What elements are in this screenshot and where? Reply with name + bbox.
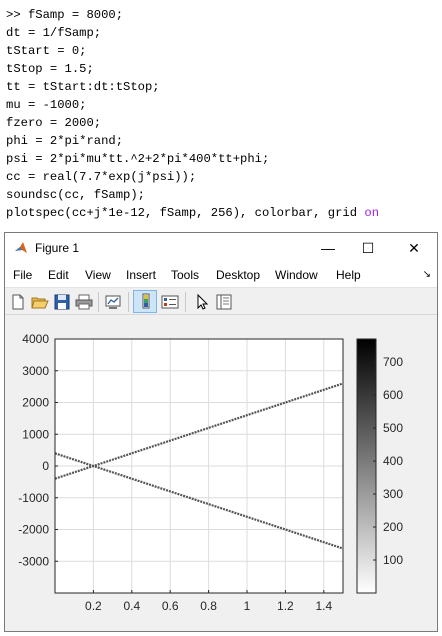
insert-legend-icon[interactable]: [161, 293, 179, 311]
minimize-button[interactable]: —: [317, 237, 339, 259]
keyword-on: on: [364, 206, 380, 220]
save-icon[interactable]: [53, 293, 71, 311]
x-tick-label: 0.4: [123, 599, 140, 613]
command-line: tt = tStart:dt:tStop;: [6, 80, 160, 94]
y-tick-label: 2000: [22, 396, 49, 410]
y-tick-label: -3000: [18, 554, 49, 568]
menu-help[interactable]: Help: [336, 268, 361, 282]
command-line: tStart = 0;: [6, 44, 87, 58]
x-tick-label: 0.6: [162, 599, 179, 613]
link-plot-icon[interactable]: [104, 293, 122, 311]
figure-titlebar[interactable]: Figure 1 — ☐ ✕: [5, 233, 437, 263]
command-text: >> fSamp = 8000; dt = 1/fSamp; tStart = …: [6, 6, 379, 222]
command-line: tStop = 1.5;: [6, 62, 94, 76]
x-tick-label: 0.8: [200, 599, 217, 613]
colorbar-tick-label: 600: [383, 388, 403, 402]
figure-title: Figure 1: [35, 241, 80, 255]
menu-view[interactable]: View: [85, 268, 111, 282]
colorbar-tick-label: 100: [383, 553, 403, 567]
y-tick-label: -1000: [18, 491, 49, 505]
y-tick-label: 0: [42, 459, 49, 473]
close-button[interactable]: ✕: [403, 237, 425, 259]
y-tick-label: 1000: [22, 427, 49, 441]
command-line: soundsc(cc, fSamp);: [6, 188, 145, 202]
menu-window[interactable]: Window: [275, 268, 318, 282]
command-window[interactable]: >> fSamp = 8000; dt = 1/fSamp; tStart = …: [0, 0, 442, 228]
command-line: cc = real(7.7*exp(j*psi));: [6, 170, 197, 184]
colorbar-tick-label: 400: [383, 454, 403, 468]
insert-colorbar-button[interactable]: [133, 290, 157, 313]
print-icon[interactable]: [75, 293, 93, 311]
x-tick-label: 0.2: [85, 599, 102, 613]
colorbar-tick-label: 300: [383, 487, 403, 501]
colorbar[interactable]: [356, 338, 377, 594]
new-figure-icon[interactable]: [9, 293, 27, 311]
y-axis: 4000 3000 2000 1000 0 -1000 -2000 -3000: [18, 332, 58, 568]
y-tick-label: 4000: [22, 332, 49, 346]
figure-toolbar: [5, 287, 437, 315]
maximize-button[interactable]: ☐: [357, 237, 379, 259]
command-line: mu = -1000;: [6, 98, 87, 112]
x-tick-label: 1.4: [315, 599, 332, 613]
figure-window[interactable]: Figure 1 — ☐ ✕ File Edit View Insert Too…: [4, 232, 438, 632]
menu-file[interactable]: File: [13, 268, 32, 282]
colorbar-axis: 100 200 300 400 500 600 700: [373, 355, 403, 567]
command-line: dt = 1/fSamp;: [6, 26, 102, 40]
colorbar-tick-label: 200: [383, 520, 403, 534]
spectrogram-plot[interactable]: 0.2 0.4 0.6 0.8 1 1.2 1.4 4000 3000 2000 1000 0 -10…: [5, 315, 437, 631]
colorbar-tick-label: 500: [383, 421, 403, 435]
command-line: phi = 2*pi*rand;: [6, 134, 124, 148]
toolbar-separator: [185, 292, 186, 312]
toolbar-separator: [128, 292, 129, 312]
command-line: psi = 2*pi*mu*tt.^2+2*pi*400*tt+phi;: [6, 152, 270, 166]
pointer-icon[interactable]: [193, 293, 211, 311]
menu-desktop[interactable]: Desktop: [216, 268, 260, 282]
dock-arrow-icon[interactable]: ↘: [423, 269, 431, 280]
property-inspector-icon[interactable]: [215, 293, 233, 311]
y-tick-label: -2000: [18, 523, 49, 537]
open-file-icon[interactable]: [31, 293, 49, 311]
menu-insert[interactable]: Insert: [126, 268, 156, 282]
command-line: >> fSamp = 8000;: [6, 8, 124, 22]
matlab-logo-icon: [15, 242, 27, 253]
command-line: plotspec(cc+j*1e-12, fSamp, 256), colorb…: [6, 206, 365, 220]
y-tick-label: 3000: [22, 364, 49, 378]
menu-edit[interactable]: Edit: [48, 268, 69, 282]
insert-colorbar-icon: [142, 293, 150, 309]
menu-tools[interactable]: Tools: [171, 268, 199, 282]
toolbar-separator: [98, 292, 99, 312]
command-line: fzero = 2000;: [6, 116, 102, 130]
x-tick-label: 1: [244, 599, 251, 613]
x-tick-label: 1.2: [277, 599, 294, 613]
colorbar-tick-label: 700: [383, 355, 403, 369]
menu-bar: File Edit View Insert Tools Desktop Wind…: [5, 263, 437, 287]
